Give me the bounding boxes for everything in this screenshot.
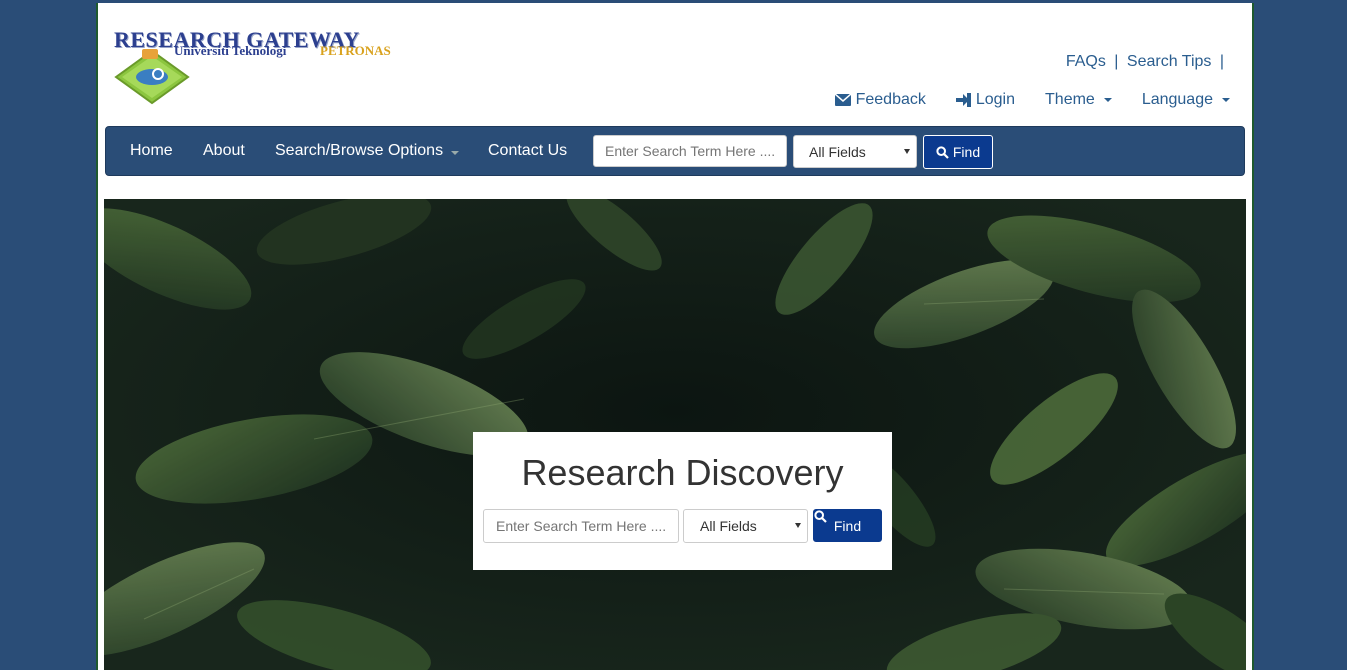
login-link[interactable]: Login — [955, 91, 1016, 109]
research-discovery-panel: Research Discovery All Fields Find — [473, 432, 892, 570]
find-label: Find — [833, 517, 862, 534]
language-label: Language — [1141, 91, 1213, 108]
top-links: FAQs | Search Tips | — [1066, 53, 1228, 71]
hero-search-input[interactable] — [483, 509, 679, 543]
envelope-icon — [834, 94, 851, 106]
select-arrow-icon — [795, 523, 801, 528]
faqs-link[interactable]: FAQs — [1066, 53, 1106, 70]
hero-heading: Research Discovery — [521, 452, 844, 493]
utility-menu: Feedback Login Theme Language — [834, 91, 1230, 109]
hero-banner: Research Discovery All Fields Find — [104, 199, 1246, 670]
select-value: All Fields — [700, 518, 757, 534]
search-icon — [814, 510, 827, 523]
theme-dropdown[interactable]: Theme — [1045, 91, 1112, 109]
sign-in-icon — [955, 93, 971, 107]
page-container: RESEARCH GATEWAY Universiti Teknologi PE… — [96, 3, 1254, 670]
navbar-field-select[interactable]: All Fields — [793, 135, 917, 168]
separator: | — [1219, 53, 1224, 70]
select-value: All Fields — [809, 144, 866, 160]
feedback-link[interactable]: Feedback — [834, 91, 926, 109]
caret-down-icon — [451, 151, 460, 155]
search-tips-link[interactable]: Search Tips — [1127, 53, 1211, 70]
search-icon — [936, 145, 949, 159]
nav-item-about[interactable]: About — [203, 142, 245, 160]
theme-label: Theme — [1045, 91, 1095, 108]
caret-down-icon — [1103, 98, 1112, 102]
hero-find-button[interactable]: Find — [813, 509, 882, 542]
nav-item-label: Search/Browse Options — [275, 142, 444, 159]
logo-emblem-icon — [114, 49, 190, 105]
login-label: Login — [975, 91, 1016, 108]
navbar-search-input[interactable] — [593, 135, 787, 167]
select-arrow-icon — [904, 149, 910, 154]
navbar-find-button[interactable]: Find — [923, 135, 993, 169]
caret-down-icon — [1222, 98, 1230, 102]
main-navbar: Home About Search/Browse Options Contact… — [105, 126, 1245, 176]
logo-subtitle-petronas: PETRONAS — [320, 43, 391, 58]
hero-field-select[interactable]: All Fields — [683, 509, 808, 543]
language-dropdown[interactable]: Language — [1142, 91, 1230, 109]
nav-item-contact-us[interactable]: Contact Us — [488, 142, 567, 160]
nav-item-search-browse-options[interactable]: Search/Browse Options — [275, 142, 460, 160]
nav-item-home[interactable]: Home — [130, 142, 173, 160]
research-gateway-logo[interactable]: RESEARCH GATEWAY Universiti Teknologi PE… — [112, 27, 412, 107]
separator: | — [1114, 53, 1119, 70]
find-label: Find — [952, 144, 981, 160]
feedback-label: Feedback — [855, 91, 926, 108]
